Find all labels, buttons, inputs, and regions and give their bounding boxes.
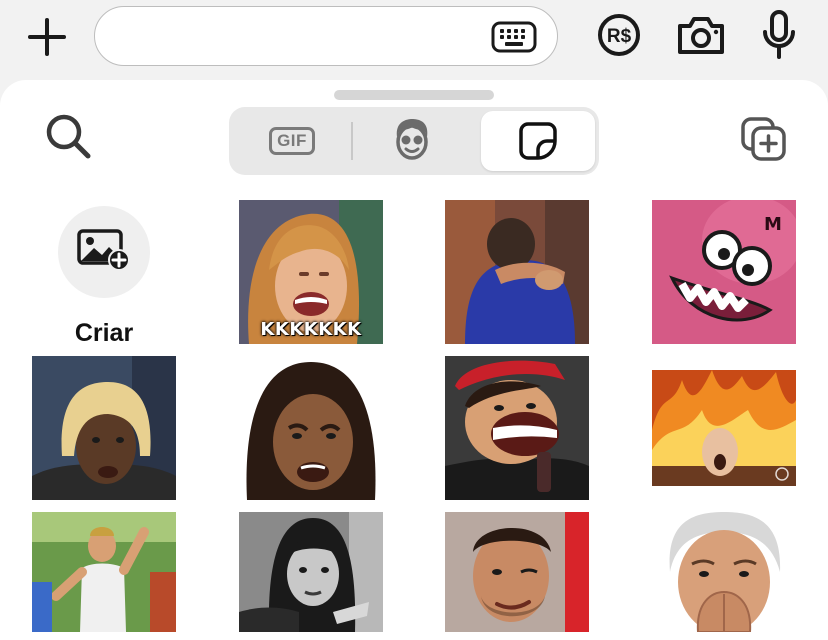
gif-icon: GIF — [269, 127, 315, 155]
drag-handle[interactable] — [334, 90, 494, 100]
sticker-dancing-woman[interactable] — [32, 512, 176, 632]
tab-gif[interactable]: GIF — [237, 111, 347, 171]
sticker-caption: KKKKKKK — [260, 319, 362, 340]
create-label: Criar — [74, 319, 134, 347]
sticker-laughing-woman[interactable]: KKKKKKK — [239, 200, 383, 344]
currency-badge-text: R$ — [607, 26, 632, 47]
plus-icon[interactable] — [26, 16, 68, 58]
create-sticker-button[interactable] — [58, 206, 150, 298]
svg-text:M: M — [764, 214, 782, 235]
sticker-cartoon-face[interactable]: M — [652, 200, 796, 344]
sticker-crying-girl[interactable] — [243, 356, 379, 500]
sticker-picker-panel: GIF Criar KKKKKKK M — [0, 80, 828, 640]
sticker-icon — [518, 121, 558, 161]
sticker-winking-man[interactable] — [445, 512, 589, 632]
sticker-fire[interactable] — [652, 370, 796, 486]
sticker-big-smile-man[interactable] — [445, 356, 589, 500]
microphone-icon[interactable] — [760, 10, 798, 65]
message-input[interactable] — [94, 6, 558, 66]
sticker-hug[interactable] — [445, 200, 589, 344]
sticker-blonde-wig-man[interactable] — [32, 356, 176, 500]
sticker-woman-bw[interactable] — [239, 512, 383, 632]
avatar-face-icon — [391, 117, 433, 166]
tab-divider — [351, 122, 353, 160]
keyboard-icon[interactable] — [491, 21, 537, 58]
composer-bar: R$ — [0, 0, 828, 80]
sticker-surprised-man[interactable] — [652, 512, 796, 632]
add-sticker-icon[interactable] — [740, 116, 788, 167]
camera-icon[interactable] — [676, 14, 726, 61]
add-image-icon — [76, 228, 132, 277]
picker-tab-selector: GIF — [229, 107, 599, 175]
search-icon[interactable] — [44, 112, 92, 165]
tab-stickers[interactable] — [481, 111, 595, 171]
currency-icon[interactable]: R$ — [596, 12, 642, 63]
tab-avatar[interactable] — [357, 111, 467, 171]
